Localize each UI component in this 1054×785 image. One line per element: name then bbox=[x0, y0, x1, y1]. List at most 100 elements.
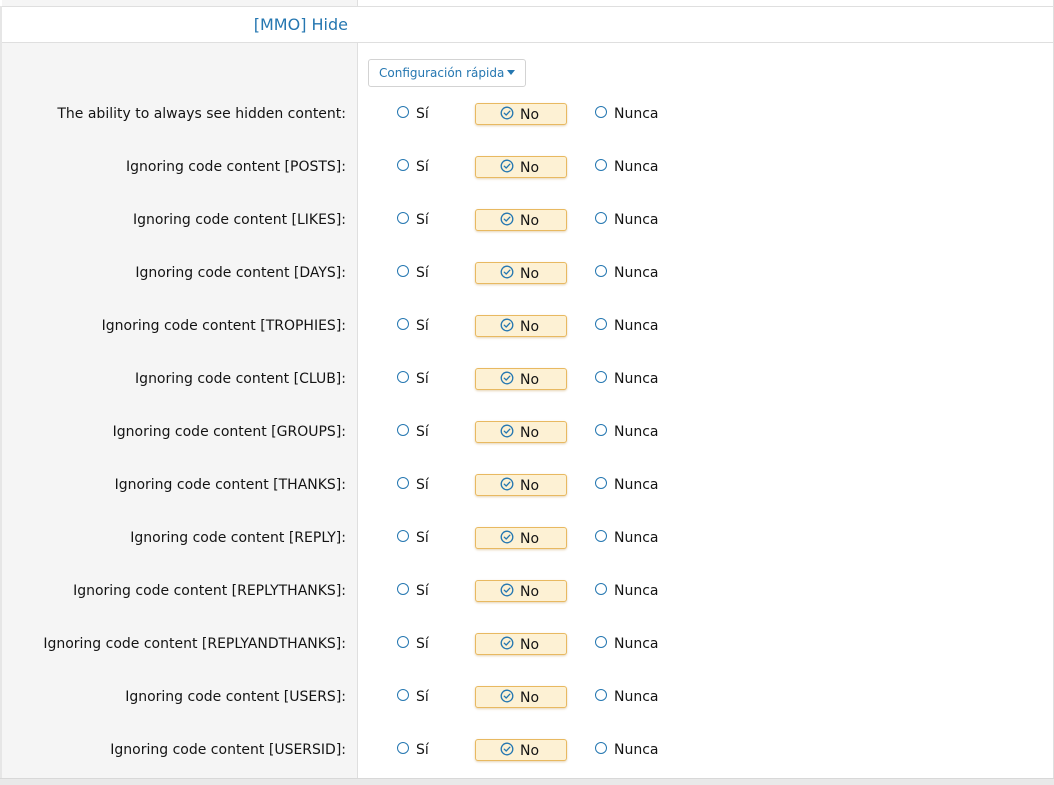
option-no-radio-selected[interactable]: No bbox=[475, 739, 567, 761]
option-yes-radio[interactable]: Sí bbox=[397, 633, 429, 655]
option-never-radio[interactable]: Nunca bbox=[595, 103, 659, 125]
permission-row: Ignoring code content [POSTS]: Sí No Nunca bbox=[0, 156, 1054, 196]
option-never-radio[interactable]: Nunca bbox=[595, 527, 659, 549]
permission-row: The ability to always see hidden content… bbox=[0, 103, 1054, 143]
radio-circle-icon bbox=[595, 477, 607, 489]
option-never-label: Nunca bbox=[614, 106, 659, 122]
radio-circle-icon bbox=[397, 477, 409, 489]
option-no-radio-selected[interactable]: No bbox=[475, 527, 567, 549]
option-yes-radio[interactable]: Sí bbox=[397, 368, 429, 390]
option-yes-radio[interactable]: Sí bbox=[397, 739, 429, 761]
permission-label: Ignoring code content [REPLYTHANKS]: bbox=[73, 583, 346, 599]
option-no-label: No bbox=[520, 160, 540, 176]
permission-label: Ignoring code content [GROUPS]: bbox=[112, 424, 346, 440]
radio-circle-icon bbox=[397, 742, 409, 754]
radio-circle-icon bbox=[397, 265, 409, 277]
option-never-radio[interactable]: Nunca bbox=[595, 739, 659, 761]
permission-row: Ignoring code content [TROPHIES]: Sí No Nun… bbox=[0, 315, 1054, 355]
check-circle-icon bbox=[500, 371, 514, 385]
permission-row: Ignoring code content [THANKS]: Sí No Nunca bbox=[0, 474, 1054, 514]
option-never-label: Nunca bbox=[614, 742, 659, 758]
option-yes-radio[interactable]: Sí bbox=[397, 474, 429, 496]
radio-circle-icon bbox=[595, 371, 607, 383]
check-circle-icon bbox=[500, 689, 514, 703]
check-circle-icon bbox=[500, 318, 514, 332]
option-no-radio-selected[interactable]: No bbox=[475, 315, 567, 337]
permission-row: Ignoring code content [REPLYTHANKS]: Sí No… bbox=[0, 580, 1054, 620]
permission-label: Ignoring code content [DAYS]: bbox=[135, 265, 346, 281]
permission-row: Ignoring code content [USERS]: Sí No Nunca bbox=[0, 686, 1054, 726]
radio-circle-icon bbox=[595, 530, 607, 542]
option-yes-radio[interactable]: Sí bbox=[397, 103, 429, 125]
option-never-radio[interactable]: Nunca bbox=[595, 633, 659, 655]
option-no-label: No bbox=[520, 584, 540, 600]
option-never-label: Nunca bbox=[614, 371, 659, 387]
option-never-radio[interactable]: Nunca bbox=[595, 580, 659, 602]
option-never-radio[interactable]: Nunca bbox=[595, 156, 659, 178]
radio-circle-icon bbox=[595, 424, 607, 436]
section-title: [MMO] Hide bbox=[253, 15, 348, 34]
option-never-label: Nunca bbox=[614, 689, 659, 705]
permission-row: Ignoring code content [USERSID]: Sí No Nunc… bbox=[0, 739, 1054, 779]
radio-circle-icon bbox=[397, 689, 409, 701]
option-yes-label: Sí bbox=[416, 371, 429, 387]
permission-label: Ignoring code content [THANKS]: bbox=[114, 477, 346, 493]
option-yes-radio[interactable]: Sí bbox=[397, 686, 429, 708]
radio-circle-icon bbox=[595, 318, 607, 330]
option-never-radio[interactable]: Nunca bbox=[595, 421, 659, 443]
caret-down-icon bbox=[507, 70, 516, 75]
check-circle-icon bbox=[500, 265, 514, 279]
option-no-label: No bbox=[520, 478, 540, 494]
option-no-radio-selected[interactable]: No bbox=[475, 368, 567, 390]
permission-row: Ignoring code content [REPLYANDTHANKS]: S… bbox=[0, 633, 1054, 673]
option-never-radio[interactable]: Nunca bbox=[595, 262, 659, 284]
permission-label: Ignoring code content [TROPHIES]: bbox=[101, 318, 346, 334]
radio-circle-icon bbox=[397, 530, 409, 542]
option-never-radio[interactable]: Nunca bbox=[595, 315, 659, 337]
option-no-radio-selected[interactable]: No bbox=[475, 156, 567, 178]
option-yes-label: Sí bbox=[416, 689, 429, 705]
option-never-radio[interactable]: Nunca bbox=[595, 209, 659, 231]
option-no-label: No bbox=[520, 266, 540, 282]
permission-row: Ignoring code content [REPLY]: Sí No Nunca bbox=[0, 527, 1054, 567]
check-circle-icon bbox=[500, 212, 514, 226]
option-yes-radio[interactable]: Sí bbox=[397, 209, 429, 231]
option-yes-radio[interactable]: Sí bbox=[397, 580, 429, 602]
option-no-radio-selected[interactable]: No bbox=[475, 209, 567, 231]
option-yes-label: Sí bbox=[416, 583, 429, 599]
option-yes-radio[interactable]: Sí bbox=[397, 156, 429, 178]
option-no-radio-selected[interactable]: No bbox=[475, 474, 567, 496]
option-never-label: Nunca bbox=[614, 424, 659, 440]
option-never-label: Nunca bbox=[614, 530, 659, 546]
check-circle-icon bbox=[500, 742, 514, 756]
option-never-label: Nunca bbox=[614, 265, 659, 281]
option-no-label: No bbox=[520, 531, 540, 547]
permission-label: Ignoring code content [USERS]: bbox=[125, 689, 346, 705]
option-yes-radio[interactable]: Sí bbox=[397, 527, 429, 549]
option-no-radio-selected[interactable]: No bbox=[475, 580, 567, 602]
option-yes-label: Sí bbox=[416, 106, 429, 122]
option-no-radio-selected[interactable]: No bbox=[475, 633, 567, 655]
radio-circle-icon bbox=[397, 106, 409, 118]
option-never-radio[interactable]: Nunca bbox=[595, 368, 659, 390]
quick-config-button[interactable]: Configuración rápida bbox=[368, 59, 527, 87]
option-yes-radio[interactable]: Sí bbox=[397, 315, 429, 337]
option-yes-label: Sí bbox=[416, 477, 429, 493]
permission-row: Ignoring code content [GROUPS]: Sí No Nunca bbox=[0, 421, 1054, 461]
option-no-radio-selected[interactable]: No bbox=[475, 686, 567, 708]
permission-row: Ignoring code content [DAYS]: Sí No Nunca bbox=[0, 262, 1054, 302]
option-no-radio-selected[interactable]: No bbox=[475, 262, 567, 284]
check-circle-icon bbox=[500, 159, 514, 173]
option-never-label: Nunca bbox=[614, 318, 659, 334]
option-yes-radio[interactable]: Sí bbox=[397, 421, 429, 443]
option-never-label: Nunca bbox=[614, 583, 659, 599]
option-no-radio-selected[interactable]: No bbox=[475, 421, 567, 443]
option-no-radio-selected[interactable]: No bbox=[475, 103, 567, 125]
option-yes-radio[interactable]: Sí bbox=[397, 262, 429, 284]
permission-label: Ignoring code content [CLUB]: bbox=[135, 371, 346, 387]
section-heading-row: [MMO] Hide bbox=[2, 7, 1053, 43]
option-never-radio[interactable]: Nunca bbox=[595, 686, 659, 708]
option-never-radio[interactable]: Nunca bbox=[595, 474, 659, 496]
radio-circle-icon bbox=[595, 212, 607, 224]
check-circle-icon bbox=[500, 424, 514, 438]
